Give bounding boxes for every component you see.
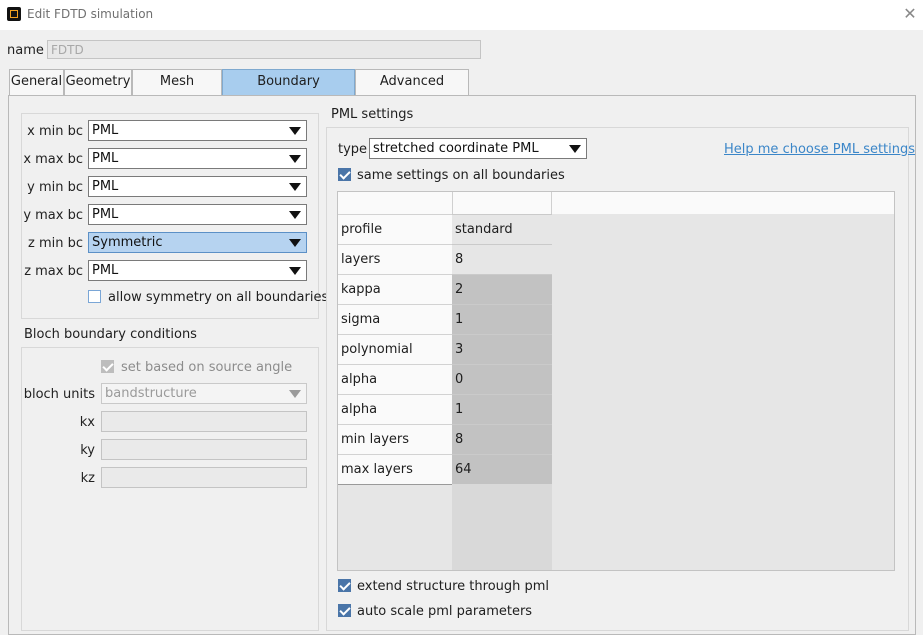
pml-table-header-name	[338, 192, 452, 214]
bloch-title: Bloch boundary conditions	[24, 327, 197, 342]
help-pml-link[interactable]: Help me choose PML settings	[724, 142, 915, 157]
bloch-units-value: bandstructure	[105, 386, 197, 401]
source-angle-checkbox[interactable]	[101, 360, 114, 373]
chevron-down-icon	[289, 267, 301, 275]
z-max-bc-select[interactable]: PML	[88, 260, 307, 281]
z-min-bc-value: Symmetric	[92, 235, 163, 250]
pml-param-name: sigma	[338, 304, 452, 334]
pml-param-value[interactable]: 1	[452, 304, 552, 334]
chevron-down-icon	[289, 155, 301, 163]
name-label: name	[7, 43, 44, 58]
auto-scale-label: auto scale pml parameters	[357, 604, 533, 619]
chevron-down-icon	[289, 211, 301, 219]
chevron-down-icon	[289, 239, 301, 247]
x-min-bc-label: x min bc	[27, 124, 83, 139]
pml-type-label: type	[338, 142, 368, 157]
pml-table-header-value	[452, 192, 552, 214]
pml-table-divider	[338, 484, 452, 485]
y-max-bc-select[interactable]: PML	[88, 204, 307, 225]
pml-param-value[interactable]: 64	[452, 454, 552, 484]
kx-field[interactable]	[101, 411, 307, 432]
x-min-bc-value: PML	[92, 123, 119, 138]
source-angle-label: set based on source angle	[121, 360, 293, 375]
tab-mesh-settings[interactable]: Mesh settings	[132, 69, 222, 113]
window-title: Edit FDTD simulation	[27, 7, 154, 21]
app-icon	[7, 7, 21, 21]
pml-param-value[interactable]: 1	[452, 394, 552, 424]
auto-scale-checkbox[interactable]	[338, 604, 351, 617]
extend-structure-checkbox[interactable]	[338, 579, 351, 592]
chevron-down-icon	[569, 145, 581, 153]
y-min-bc-select[interactable]: PML	[88, 176, 307, 197]
pml-param-value[interactable]: 3	[452, 334, 552, 364]
ky-label: ky	[80, 443, 95, 458]
z-max-bc-value: PML	[92, 263, 119, 278]
pml-param-value[interactable]: 8	[452, 424, 552, 454]
pml-param-name: alpha	[338, 364, 452, 394]
chevron-down-icon	[289, 127, 301, 135]
tab-boundary-conditions[interactable]: Boundary conditions	[222, 69, 355, 113]
chevron-down-icon	[289, 390, 301, 398]
same-settings-label: same settings on all boundaries	[357, 168, 565, 183]
pml-table-empty-value-area	[452, 484, 552, 570]
z-max-bc-label: z max bc	[24, 264, 83, 279]
x-max-bc-select[interactable]: PML	[88, 148, 307, 169]
tab-advanced-options[interactable]: Advanced options	[355, 69, 469, 113]
pml-table: profile standard layers 8 kappa 2 sigma 1 polyno…	[337, 191, 895, 571]
x-max-bc-label: x max bc	[23, 152, 83, 167]
z-min-bc-select[interactable]: Symmetric	[88, 232, 307, 253]
extend-structure-label: extend structure through pml	[357, 579, 550, 594]
close-icon[interactable]: ✕	[901, 4, 919, 24]
bloch-units-select[interactable]: bandstructure	[101, 383, 307, 404]
kz-field[interactable]	[101, 467, 307, 488]
pml-param-name: kappa	[338, 274, 452, 304]
y-min-bc-label: y min bc	[27, 180, 83, 195]
x-max-bc-value: PML	[92, 151, 119, 166]
pml-type-value: stretched coordinate PML	[373, 141, 539, 156]
y-max-bc-value: PML	[92, 207, 119, 222]
pml-type-select[interactable]: stretched coordinate PML	[369, 138, 587, 159]
tab-geometry[interactable]: Geometry	[64, 69, 132, 95]
allow-symmetry-label: allow symmetry on all boundaries	[108, 290, 329, 305]
pml-param-name: polynomial	[338, 334, 452, 364]
tab-general[interactable]: General	[9, 69, 64, 95]
pml-param-name: profile	[338, 214, 452, 244]
same-settings-checkbox[interactable]	[338, 168, 351, 181]
pml-param-value[interactable]: 0	[452, 364, 552, 394]
pml-table-header-empty	[552, 192, 894, 214]
kz-label: kz	[80, 471, 95, 486]
bloch-units-label: bloch units	[23, 387, 95, 402]
pml-param-name: min layers	[338, 424, 452, 454]
y-max-bc-label: y max bc	[23, 208, 83, 223]
kx-label: kx	[79, 415, 95, 430]
ky-field[interactable]	[101, 439, 307, 460]
pml-param-value[interactable]: standard	[452, 214, 552, 244]
pml-param-value[interactable]: 2	[452, 274, 552, 304]
pml-param-name: layers	[338, 244, 452, 274]
pml-title: PML settings	[331, 107, 414, 122]
chevron-down-icon	[289, 183, 301, 191]
pml-param-name: alpha polynomial	[338, 394, 452, 446]
y-min-bc-value: PML	[92, 179, 119, 194]
pml-param-value[interactable]: 8	[452, 244, 552, 274]
allow-symmetry-checkbox[interactable]	[88, 290, 101, 303]
name-field[interactable]: FDTD	[47, 40, 481, 59]
pml-param-name: max layers	[338, 454, 452, 484]
z-min-bc-label: z min bc	[27, 236, 83, 251]
x-min-bc-select[interactable]: PML	[88, 120, 307, 141]
